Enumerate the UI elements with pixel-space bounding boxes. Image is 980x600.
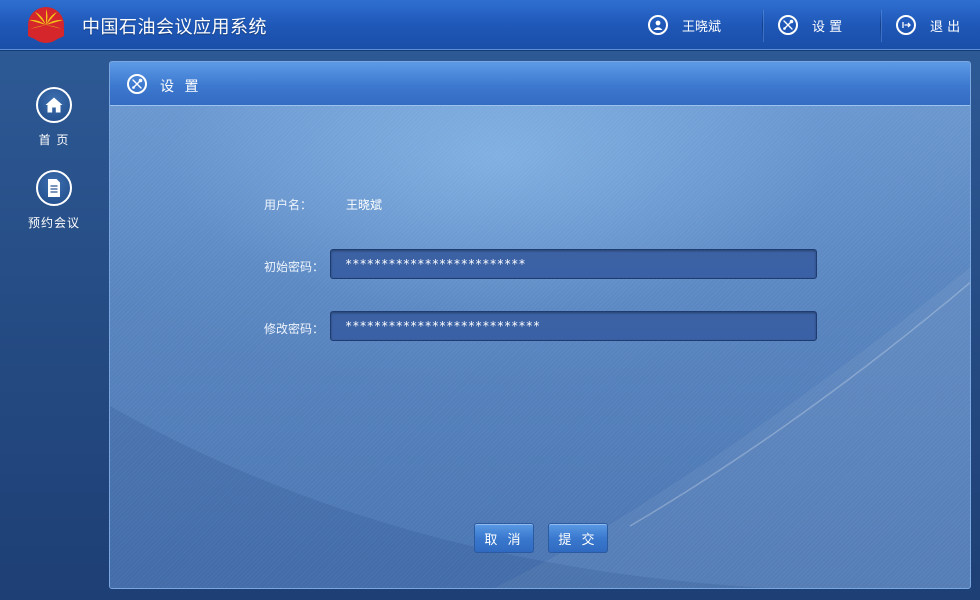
new-password-label: 修改密码： <box>264 322 325 336</box>
sidebar-item-home[interactable]: 首 页 <box>0 87 108 148</box>
sidebar: 首 页 预约会议 <box>0 51 108 600</box>
home-icon <box>36 87 72 123</box>
settings-icon <box>778 15 798 35</box>
sidebar-item-label: 预约会议 <box>27 216 80 230</box>
new-password-field[interactable]: *************************** <box>330 311 817 341</box>
submit-button[interactable]: 提 交 <box>548 523 608 553</box>
user-menu[interactable]: 王晓斌 <box>648 0 721 50</box>
settings-icon <box>127 74 147 94</box>
panel-header: 设 置 <box>110 62 970 106</box>
app-title: 中国石油会议应用系统 <box>82 17 267 38</box>
settings-label: 设 置 <box>812 19 843 35</box>
header-divider <box>880 10 881 42</box>
panel-title: 设 置 <box>160 79 202 95</box>
initial-password-field[interactable]: ************************* <box>330 249 817 279</box>
top-bar: 中国石油会议应用系统 王晓斌 设 置 退 出 <box>0 0 980 50</box>
logout-label: 退 出 <box>930 19 961 35</box>
petrochina-logo <box>28 7 64 43</box>
panel-background-swoosh <box>110 267 970 588</box>
initial-password-label: 初始密码： <box>264 260 325 274</box>
sidebar-item-label: 首 页 <box>38 133 70 147</box>
document-icon <box>36 170 72 206</box>
sidebar-item-book-meeting[interactable]: 预约会议 <box>0 170 108 231</box>
settings-button[interactable]: 设 置 <box>778 0 842 50</box>
username-label: 用户名： <box>264 198 313 212</box>
header-divider <box>762 10 763 42</box>
settings-panel: 设 置 用户名： 王晓斌 初始密码： *********************… <box>109 61 971 589</box>
cancel-button[interactable]: 取 消 <box>474 523 534 553</box>
username-value: 王晓斌 <box>346 198 383 212</box>
user-icon <box>648 15 668 35</box>
user-name: 王晓斌 <box>682 19 722 35</box>
logout-icon <box>896 15 916 35</box>
logout-button[interactable]: 退 出 <box>896 0 960 50</box>
